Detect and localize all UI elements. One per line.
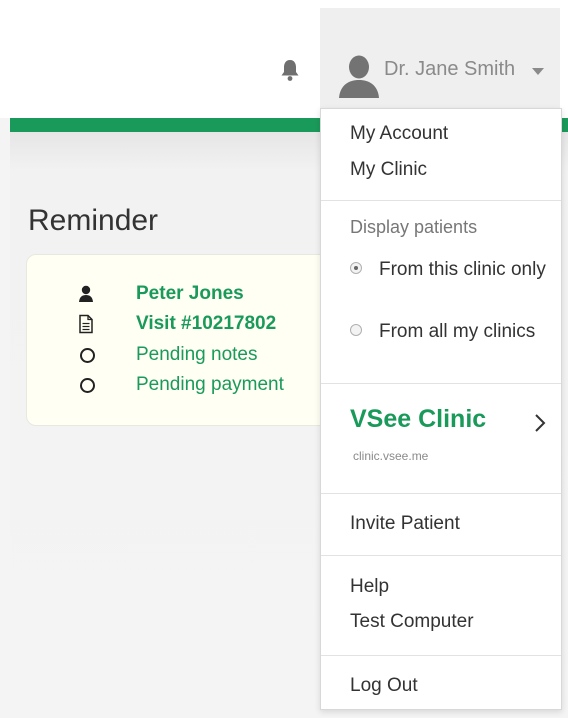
radio-button[interactable] <box>350 324 362 336</box>
pending-payment-link[interactable]: Pending payment <box>136 374 284 396</box>
menu-item-log-out[interactable]: Log Out <box>350 675 418 697</box>
document-icon <box>77 314 95 334</box>
menu-divider <box>321 200 561 201</box>
user-dropdown-menu: My Account My Clinic Display patients Fr… <box>320 108 562 710</box>
patient-name-link[interactable]: Peter Jones <box>136 283 244 305</box>
circle-icon <box>80 378 95 393</box>
user-icon <box>77 284 95 304</box>
reminder-title: Reminder <box>28 204 159 237</box>
radio-label: From all my clinics <box>379 321 536 342</box>
reminder-item-visit: Visit #10217802 <box>27 311 347 337</box>
bell-icon[interactable] <box>279 58 301 82</box>
menu-divider <box>321 655 561 656</box>
reminder-item-notes: Pending notes <box>27 342 347 368</box>
user-menu-toggle[interactable]: Dr. Jane Smith <box>320 8 560 118</box>
menu-item-my-account[interactable]: My Account <box>350 123 448 145</box>
clinic-name[interactable]: VSee Clinic <box>350 405 486 434</box>
menu-item-help[interactable]: Help <box>350 576 389 598</box>
menu-item-my-clinic[interactable]: My Clinic <box>350 159 427 181</box>
radio-button-checked[interactable] <box>350 262 362 274</box>
clinic-url: clinic.vsee.me <box>353 449 429 463</box>
menu-divider <box>321 555 561 556</box>
reminder-item-patient: Peter Jones <box>27 281 347 307</box>
menu-divider <box>321 383 561 384</box>
reminder-item-payment: Pending payment <box>27 372 347 398</box>
display-patients-header: Display patients <box>350 217 478 237</box>
visit-link[interactable]: Visit #10217802 <box>136 313 276 335</box>
caret-down-icon <box>532 68 544 75</box>
avatar-icon <box>336 52 382 98</box>
menu-divider <box>321 493 561 494</box>
chevron-right-icon[interactable] <box>533 413 547 433</box>
reminder-card: Peter Jones Visit #10217802 Pending note… <box>26 254 348 426</box>
menu-item-test-computer[interactable]: Test Computer <box>350 611 474 633</box>
radio-label: From this clinic only <box>379 259 546 280</box>
user-name: Dr. Jane Smith <box>384 58 516 80</box>
menu-item-invite-patient[interactable]: Invite Patient <box>350 513 460 535</box>
circle-icon <box>80 348 95 363</box>
pending-notes-link[interactable]: Pending notes <box>136 344 258 366</box>
